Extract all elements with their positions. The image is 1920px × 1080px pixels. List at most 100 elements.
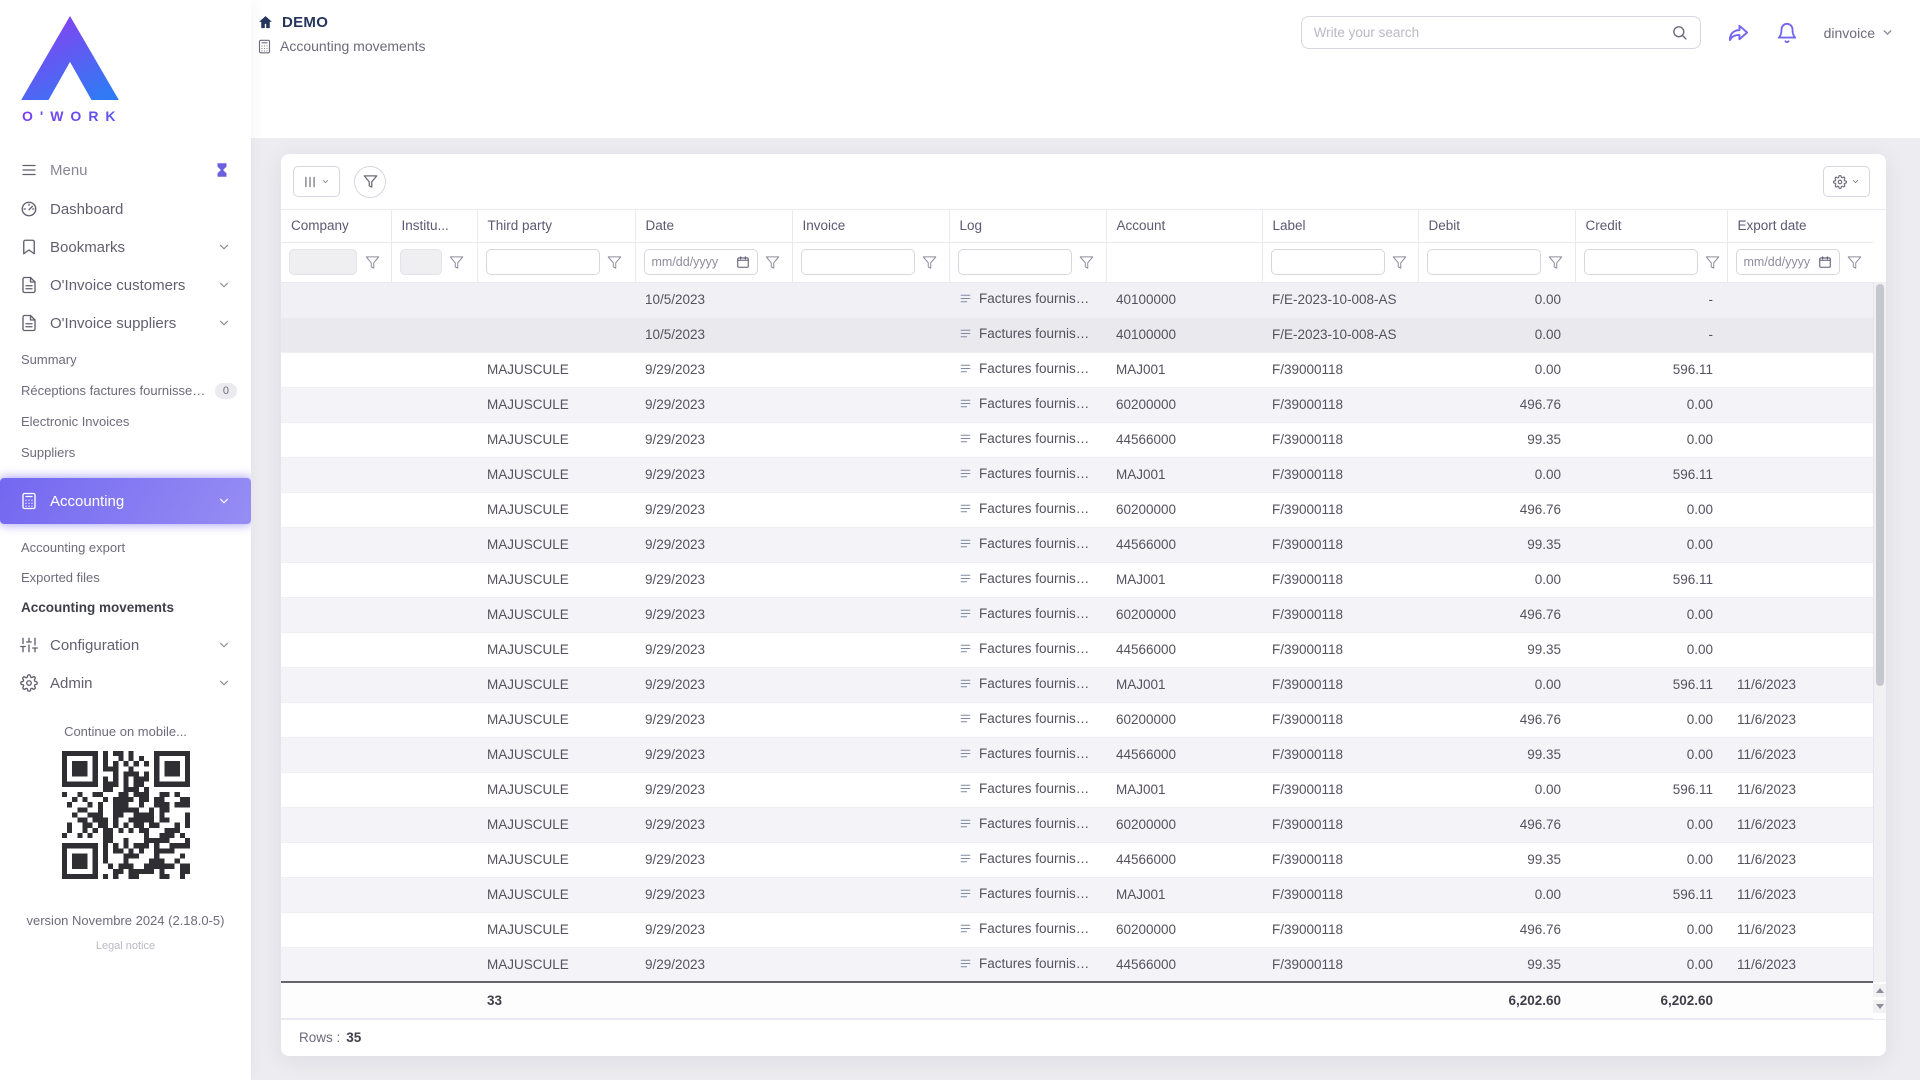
table-row[interactable]: MAJUSCULE 9/29/2023 Factures fournisseur… bbox=[281, 352, 1873, 388]
column-header-debit[interactable]: Debit bbox=[1418, 210, 1576, 243]
table-row[interactable]: 10/5/2023 Factures fournisseurs 40100000… bbox=[281, 317, 1873, 353]
funnel-icon[interactable] bbox=[605, 252, 625, 272]
funnel-icon[interactable] bbox=[1845, 252, 1865, 272]
table-row[interactable]: MAJUSCULE 9/29/2023 Factures fournisseur… bbox=[281, 387, 1873, 423]
filter-input-third-party[interactable] bbox=[485, 249, 600, 276]
grid-settings-button[interactable] bbox=[1823, 166, 1870, 198]
column-header-third-party[interactable]: Third party bbox=[477, 210, 636, 243]
sidebar-item-dashboard[interactable]: Dashboard bbox=[0, 190, 251, 228]
table-row[interactable]: MAJUSCULE 9/29/2023 Factures fournisseur… bbox=[281, 772, 1873, 808]
sliders-icon bbox=[20, 636, 38, 654]
table-row[interactable]: MAJUSCULE 9/29/2023 Factures fournisseur… bbox=[281, 562, 1873, 598]
table-row[interactable]: 10/5/2023 Factures fournisseurs 40100000… bbox=[281, 282, 1873, 318]
funnel-icon[interactable] bbox=[362, 252, 382, 272]
chevron-down-icon bbox=[1851, 177, 1860, 186]
table-row[interactable]: MAJUSCULE 9/29/2023 Factures fournisseur… bbox=[281, 877, 1873, 913]
calculator-icon bbox=[20, 492, 38, 510]
scroll-down-icon[interactable] bbox=[1873, 1000, 1886, 1014]
filter-input-invoice[interactable] bbox=[800, 249, 915, 276]
funnel-icon[interactable] bbox=[1077, 252, 1097, 272]
log-icon bbox=[959, 537, 972, 553]
sidebar-item-bookmarks[interactable]: Bookmarks bbox=[0, 228, 251, 266]
funnel-icon[interactable] bbox=[763, 252, 783, 272]
sidebar-subitem-accounting-movements[interactable]: Accounting movements bbox=[0, 592, 251, 622]
column-header-account[interactable]: Account bbox=[1106, 210, 1263, 243]
funnel-icon[interactable] bbox=[1703, 252, 1723, 272]
funnel-icon[interactable] bbox=[920, 252, 940, 272]
scrollbar-thumb[interactable] bbox=[1876, 284, 1884, 687]
filter-input-debit[interactable] bbox=[1426, 249, 1541, 276]
column-header-credit[interactable]: Credit bbox=[1575, 210, 1728, 243]
totals-row: 33 6,202.60 6,202.60 bbox=[281, 981, 1873, 1019]
funnel-icon[interactable] bbox=[1546, 252, 1566, 272]
funnel-icon[interactable] bbox=[1390, 252, 1410, 272]
filter-input-log[interactable] bbox=[957, 249, 1072, 276]
column-header-label[interactable]: Label bbox=[1262, 210, 1419, 243]
vertical-scrollbar[interactable] bbox=[1873, 282, 1886, 983]
table-row[interactable]: MAJUSCULE 9/29/2023 Factures fournisseur… bbox=[281, 807, 1873, 843]
calendar-icon[interactable] bbox=[1818, 255, 1832, 269]
funnel-icon[interactable] bbox=[447, 252, 467, 272]
filter-input-credit[interactable] bbox=[1583, 249, 1698, 276]
sidebar-item-oinvoice-suppliers[interactable]: O'Invoice suppliers bbox=[0, 304, 251, 342]
filter-input-label[interactable] bbox=[1270, 249, 1385, 276]
sidebar-subitem-exported-files[interactable]: Exported files bbox=[0, 562, 251, 592]
sidebar-subitem-summary[interactable]: Summary bbox=[0, 344, 251, 375]
column-header-company[interactable]: Company bbox=[281, 210, 392, 243]
table-row[interactable]: MAJUSCULE 9/29/2023 Factures fournisseur… bbox=[281, 597, 1873, 633]
chevron-down-icon bbox=[217, 676, 231, 690]
table-row[interactable]: MAJUSCULE 9/29/2023 Factures fournisseur… bbox=[281, 947, 1873, 983]
log-icon bbox=[959, 502, 972, 518]
filter-toggle-button[interactable] bbox=[354, 165, 386, 198]
calendar-icon[interactable] bbox=[736, 255, 750, 269]
sidebar-subitem-suppliers[interactable]: Suppliers bbox=[0, 437, 251, 468]
table-row[interactable]: MAJUSCULE 9/29/2023 Factures fournisseur… bbox=[281, 842, 1873, 878]
search-icon[interactable] bbox=[1671, 24, 1688, 41]
notifications-button[interactable] bbox=[1776, 22, 1798, 44]
column-chooser-button[interactable] bbox=[293, 166, 340, 198]
legal-notice-link[interactable]: Legal notice bbox=[0, 940, 251, 952]
search-input[interactable] bbox=[1313, 25, 1663, 40]
table-row[interactable]: MAJUSCULE 9/29/2023 Factures fournisseur… bbox=[281, 632, 1873, 668]
table-row[interactable]: MAJUSCULE 9/29/2023 Factures fournisseur… bbox=[281, 527, 1873, 563]
share-button[interactable] bbox=[1727, 21, 1750, 44]
sidebar-subitem-accounting-export[interactable]: Accounting export bbox=[0, 532, 251, 562]
table-row[interactable]: MAJUSCULE 9/29/2023 Factures fournisseur… bbox=[281, 457, 1873, 493]
home-icon[interactable] bbox=[257, 14, 274, 31]
log-icon bbox=[959, 432, 972, 448]
grid-toolbar bbox=[281, 154, 1886, 209]
column-header-invoice[interactable]: Invoice bbox=[792, 210, 950, 243]
log-icon bbox=[959, 397, 972, 413]
totals-debit: 6,202.60 bbox=[1418, 981, 1575, 1019]
table-row[interactable]: MAJUSCULE 9/29/2023 Factures fournisseur… bbox=[281, 737, 1873, 773]
table-row[interactable]: MAJUSCULE 9/29/2023 Factures fournisseur… bbox=[281, 912, 1873, 948]
breadcrumb-home[interactable]: DEMO bbox=[282, 14, 328, 31]
sidebar-item-accounting[interactable]: Accounting bbox=[0, 478, 251, 524]
column-header-institution[interactable]: Institu... bbox=[391, 210, 478, 243]
sidebar-subitem-receptions[interactable]: Réceptions factures fournisseurs 0 bbox=[0, 375, 251, 406]
table-row[interactable]: MAJUSCULE 9/29/2023 Factures fournisseur… bbox=[281, 702, 1873, 738]
hamburger-menu-icon[interactable] bbox=[20, 161, 38, 179]
table-row[interactable]: MAJUSCULE 9/29/2023 Factures fournisseur… bbox=[281, 422, 1873, 458]
user-menu[interactable]: dinvoice bbox=[1824, 25, 1894, 41]
table-row[interactable]: MAJUSCULE 9/29/2023 Factures fournisseur… bbox=[281, 492, 1873, 528]
username: dinvoice bbox=[1823, 24, 1875, 41]
sidebar-pin-icon[interactable] bbox=[213, 161, 231, 179]
filter-date-input[interactable]: mm/dd/yyyy bbox=[643, 249, 758, 276]
sidebar-item-oinvoice-customers[interactable]: O'Invoice customers bbox=[0, 266, 251, 304]
search-bar bbox=[1300, 16, 1701, 49]
sidebar-subitem-electronic-invoices[interactable]: Electronic Invoices bbox=[0, 406, 251, 437]
log-icon bbox=[959, 922, 972, 938]
filter-export-date-input[interactable]: mm/dd/yyyy bbox=[1735, 249, 1840, 276]
table-row[interactable]: MAJUSCULE 9/29/2023 Factures fournisseur… bbox=[281, 667, 1873, 703]
column-header-date[interactable]: Date bbox=[635, 210, 793, 243]
scroll-up-icon[interactable] bbox=[1873, 984, 1886, 998]
breadcrumb: DEMO Accounting movements bbox=[257, 14, 426, 54]
chevron-down-icon bbox=[217, 638, 231, 652]
column-header-log[interactable]: Log bbox=[949, 210, 1107, 243]
column-header-export-date[interactable]: Export date bbox=[1727, 210, 1873, 243]
menu-label: Menu bbox=[50, 161, 88, 179]
sidebar-item-admin[interactable]: Admin bbox=[0, 664, 251, 702]
sidebar-item-configuration[interactable]: Configuration bbox=[0, 626, 251, 664]
log-icon bbox=[959, 677, 972, 693]
